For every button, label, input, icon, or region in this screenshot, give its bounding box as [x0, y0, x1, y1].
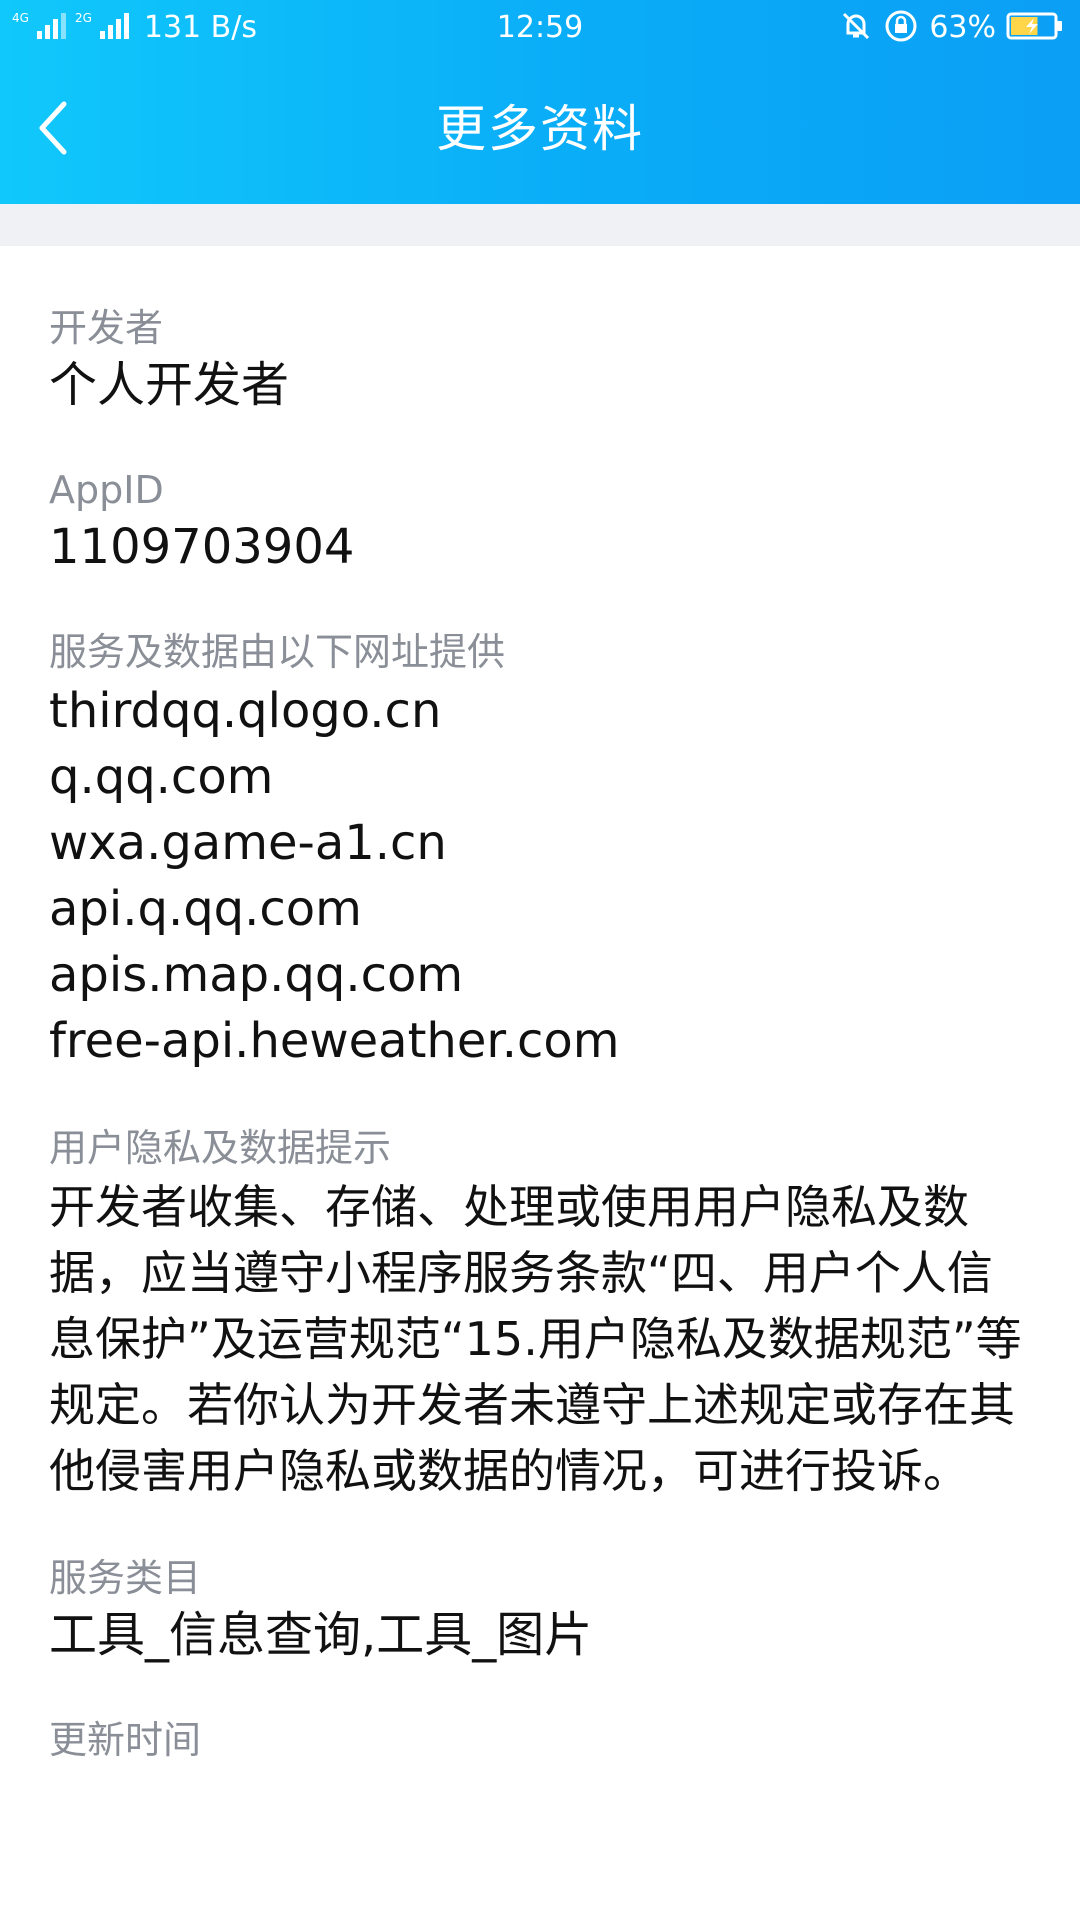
domain-item: q.qq.com [49, 749, 274, 805]
update-time-label: 更新时间 [49, 1718, 202, 1762]
category-section: 服务类目 工具_信息查询,工具_图片 [49, 1552, 1039, 1666]
app-header: 4G 2G 131 B/s 12:59 63% 更多资料 [0, 0, 1080, 204]
domains-label: 服务及数据由以下网址提供 [49, 630, 506, 674]
privacy-text: 开发者收集、存储、处理或使用用户隐私及数据，应当遵守小程序服务条款“四、用户个人… [49, 1180, 1022, 1498]
privacy-label: 用户隐私及数据提示 [49, 1126, 392, 1170]
details-content: 开发者 个人开发者 AppID 1109703904 服务及数据由以下网址提供 … [49, 246, 1039, 1814]
privacy-section: 用户隐私及数据提示 开发者收集、存储、处理或使用用户隐私及数据，应当遵守小程序服… [49, 1122, 1039, 1504]
domain-item: apis.map.qq.com [49, 947, 464, 1003]
domain-list: thirdqq.qlogo.cn q.qq.com wxa.game-a1.cn… [49, 678, 1039, 1074]
appid-section: AppID 1109703904 [49, 464, 1039, 578]
nav-bar: 更多资料 [0, 70, 1080, 188]
section-divider [0, 204, 1080, 246]
status-bar: 4G 2G 131 B/s 12:59 63% [0, 0, 1080, 56]
developer-section: 开发者 个人开发者 [49, 302, 1039, 416]
developer-value: 个人开发者 [49, 357, 290, 413]
battery-percent: 63% [929, 10, 996, 45]
rotation-lock-icon [883, 8, 919, 48]
category-label: 服务类目 [49, 1556, 202, 1600]
appid-value: 1109703904 [49, 519, 355, 575]
page-title: 更多资料 [436, 100, 644, 158]
developer-label: 开发者 [49, 306, 164, 350]
domain-item: api.q.qq.com [49, 881, 362, 937]
update-time-section: 更新时间 [49, 1714, 1039, 1766]
domains-section: 服务及数据由以下网址提供 thirdqq.qlogo.cn q.qq.com w… [49, 626, 1039, 1074]
battery-charging-icon [1006, 12, 1064, 44]
domain-item: thirdqq.qlogo.cn [49, 683, 442, 739]
status-bar-right: 63% [839, 8, 1064, 48]
category-value: 工具_信息查询,工具_图片 [49, 1607, 593, 1663]
appid-label: AppID [49, 468, 164, 512]
domain-item: free-api.heweather.com [49, 1013, 620, 1069]
domain-item: wxa.game-a1.cn [49, 815, 447, 871]
mute-icon [839, 9, 873, 47]
